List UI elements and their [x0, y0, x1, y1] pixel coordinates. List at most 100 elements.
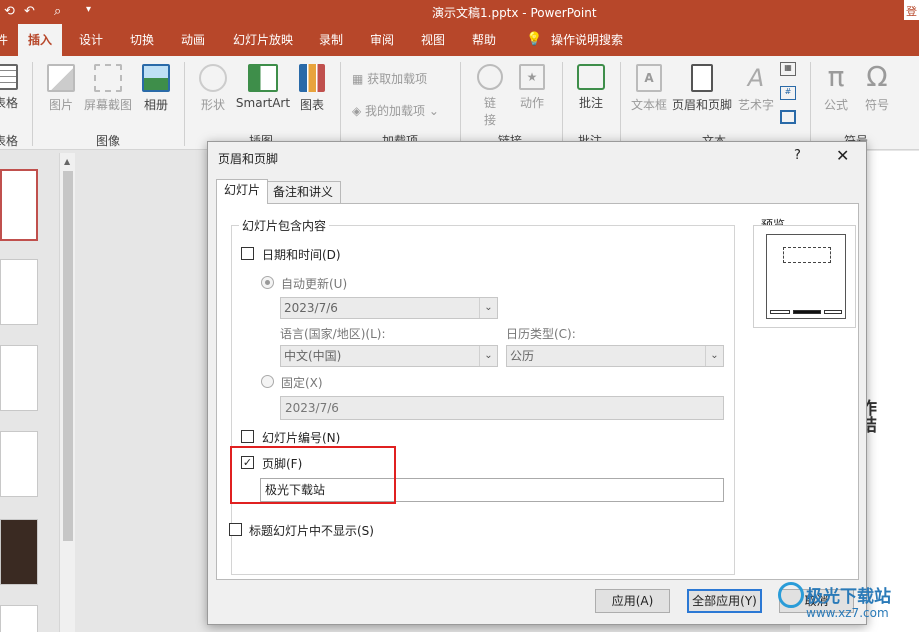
picture-button[interactable]: 图片	[44, 64, 78, 113]
preview-icon[interactable]: ⌕	[54, 4, 61, 19]
slide-number-icon[interactable]: #	[780, 86, 796, 100]
smartart-button[interactable]: SmartArt	[234, 64, 292, 110]
group-separator	[460, 62, 461, 146]
login-button[interactable]: 登	[904, 0, 919, 20]
slide-thumbnail[interactable]	[0, 605, 38, 632]
object-icon[interactable]	[780, 110, 796, 124]
header-footer-icon	[691, 64, 713, 92]
wordart-button[interactable]: A 艺术字	[738, 64, 774, 113]
undo-icon[interactable]: ↶	[24, 4, 35, 19]
help-button[interactable]: ?	[794, 148, 801, 163]
chevron-down-icon: ⌄	[479, 298, 497, 318]
group-separator	[340, 62, 341, 146]
date-format-select[interactable]: 2023/7/6 ⌄	[280, 297, 498, 319]
tab-help[interactable]: 帮助	[472, 24, 496, 56]
link-button[interactable]: 链接	[474, 64, 506, 128]
auto-update-radio[interactable]	[261, 276, 274, 289]
action-button[interactable]: ★ 动作	[514, 64, 550, 111]
screenshot-icon	[94, 64, 122, 92]
group-table-label: 表格	[0, 134, 19, 148]
group-separator	[620, 62, 621, 146]
highlight-box	[230, 446, 396, 504]
hide-on-title-checkbox[interactable]	[229, 523, 242, 536]
slide-thumbnail[interactable]	[0, 169, 38, 241]
autosave-icon[interactable]: ⟲	[4, 4, 15, 19]
symbol-button[interactable]: Ω 符号	[860, 62, 894, 113]
preview-footer-center	[793, 310, 821, 314]
customize-qat-icon[interactable]: ▾	[86, 4, 91, 15]
dialog-panel: 幻灯片包含内容 日期和时间(D) 自动更新(U) 2023/7/6 ⌄ 语言(国…	[216, 203, 859, 580]
preview-slide	[766, 234, 846, 319]
preview-box	[753, 225, 856, 328]
chevron-down-icon: ⌄	[479, 346, 497, 366]
comment-icon	[577, 64, 605, 90]
preview-footer-left	[770, 310, 790, 314]
date-time-checkbox[interactable]	[241, 247, 254, 260]
tab-animations[interactable]: 动画	[181, 24, 205, 56]
fixed-radio[interactable]	[261, 375, 274, 388]
calendar-type-label: 日历类型(C):	[506, 327, 576, 341]
omega-icon: Ω	[866, 60, 888, 93]
shapes-icon	[199, 64, 227, 92]
group-image-label: 图像	[96, 134, 121, 148]
slide-number-checkbox[interactable]	[241, 430, 254, 443]
preview-footer-right	[824, 310, 842, 314]
apply-button[interactable]: 应用(A)	[595, 589, 670, 613]
tab-transitions[interactable]: 切换	[130, 24, 154, 56]
dialog-title: 页眉和页脚	[218, 152, 279, 166]
watermark: 极光下载站 www.xz7.com	[778, 580, 919, 630]
group-separator	[32, 62, 33, 146]
smartart-icon	[248, 64, 278, 92]
header-footer-button[interactable]: 页眉和页脚	[670, 64, 734, 113]
slide-number-label: 幻灯片编号(N)	[262, 431, 341, 445]
globe-link-icon	[477, 64, 503, 90]
my-addins-button[interactable]: ◈ 我的加载项 ⌄	[352, 102, 439, 119]
tab-insert[interactable]: 插入	[18, 24, 63, 56]
tab-slide[interactable]: 幻灯片	[216, 179, 269, 204]
chevron-down-icon: ⌄	[705, 346, 723, 366]
slide-thumbnail[interactable]	[0, 259, 38, 325]
album-button[interactable]: 相册	[140, 64, 172, 113]
date-time-icon[interactable]: ▦	[780, 62, 796, 76]
table-icon	[0, 64, 18, 90]
tab-review[interactable]: 审阅	[370, 24, 394, 56]
equation-button[interactable]: π 公式	[820, 62, 852, 113]
fixed-date-input[interactable]: 2023/7/6	[280, 396, 724, 420]
watermark-logo-icon	[778, 582, 804, 608]
comment-button[interactable]: 批注	[574, 64, 608, 111]
watermark-name: 极光下载站	[806, 587, 891, 607]
table-button[interactable]: 表格	[0, 64, 20, 111]
tab-record[interactable]: 录制	[319, 24, 343, 56]
group-separator	[562, 62, 563, 146]
tab-file[interactable]: 件	[0, 24, 8, 56]
apply-all-button[interactable]: 全部应用(Y)	[687, 589, 762, 613]
ribbon-tabs: 件 插入 设计 切换 动画 幻灯片放映 录制 审阅 视图 帮助 💡 操作说明搜索	[0, 24, 919, 56]
wordart-icon: A	[747, 64, 765, 92]
tab-notes-handouts[interactable]: 备注和讲义	[265, 181, 342, 203]
calendar-type-select[interactable]: 公历 ⌄	[506, 345, 724, 367]
album-icon	[142, 64, 170, 92]
chart-icon	[299, 64, 325, 92]
slide-thumbnail[interactable]	[0, 519, 38, 585]
screenshot-button[interactable]: 屏幕截图	[82, 64, 134, 113]
tab-design[interactable]: 设计	[79, 24, 103, 56]
tab-slideshow[interactable]: 幻灯片放映	[233, 24, 293, 56]
shapes-button[interactable]: 形状	[196, 64, 230, 113]
tell-me-search[interactable]: 操作说明搜索	[551, 24, 623, 56]
scrollbar-thumb[interactable]	[63, 171, 73, 541]
ribbon: 表格 表格 图片 屏幕截图 相册 图像 形状 SmartArt 图表 插图 ▦ …	[0, 56, 919, 150]
slide-thumbnail[interactable]	[0, 345, 38, 411]
lightbulb-icon: 💡	[526, 32, 543, 47]
get-addins-button[interactable]: ▦ 获取加载项	[352, 70, 427, 87]
preview-title-placeholder	[783, 247, 831, 263]
scroll-up-icon[interactable]: ▲	[64, 157, 70, 166]
chart-button[interactable]: 图表	[296, 64, 328, 113]
tab-view[interactable]: 视图	[421, 24, 445, 56]
pi-icon: π	[827, 60, 845, 93]
slide-thumbnail[interactable]	[0, 431, 38, 497]
auto-update-label: 自动更新(U)	[281, 277, 348, 291]
textbox-button[interactable]: A 文本框	[630, 64, 668, 113]
close-icon[interactable]: ✕	[836, 146, 849, 165]
thumbnail-scrollbar[interactable]: ▲	[59, 153, 75, 632]
language-select[interactable]: 中文(中国) ⌄	[280, 345, 498, 367]
